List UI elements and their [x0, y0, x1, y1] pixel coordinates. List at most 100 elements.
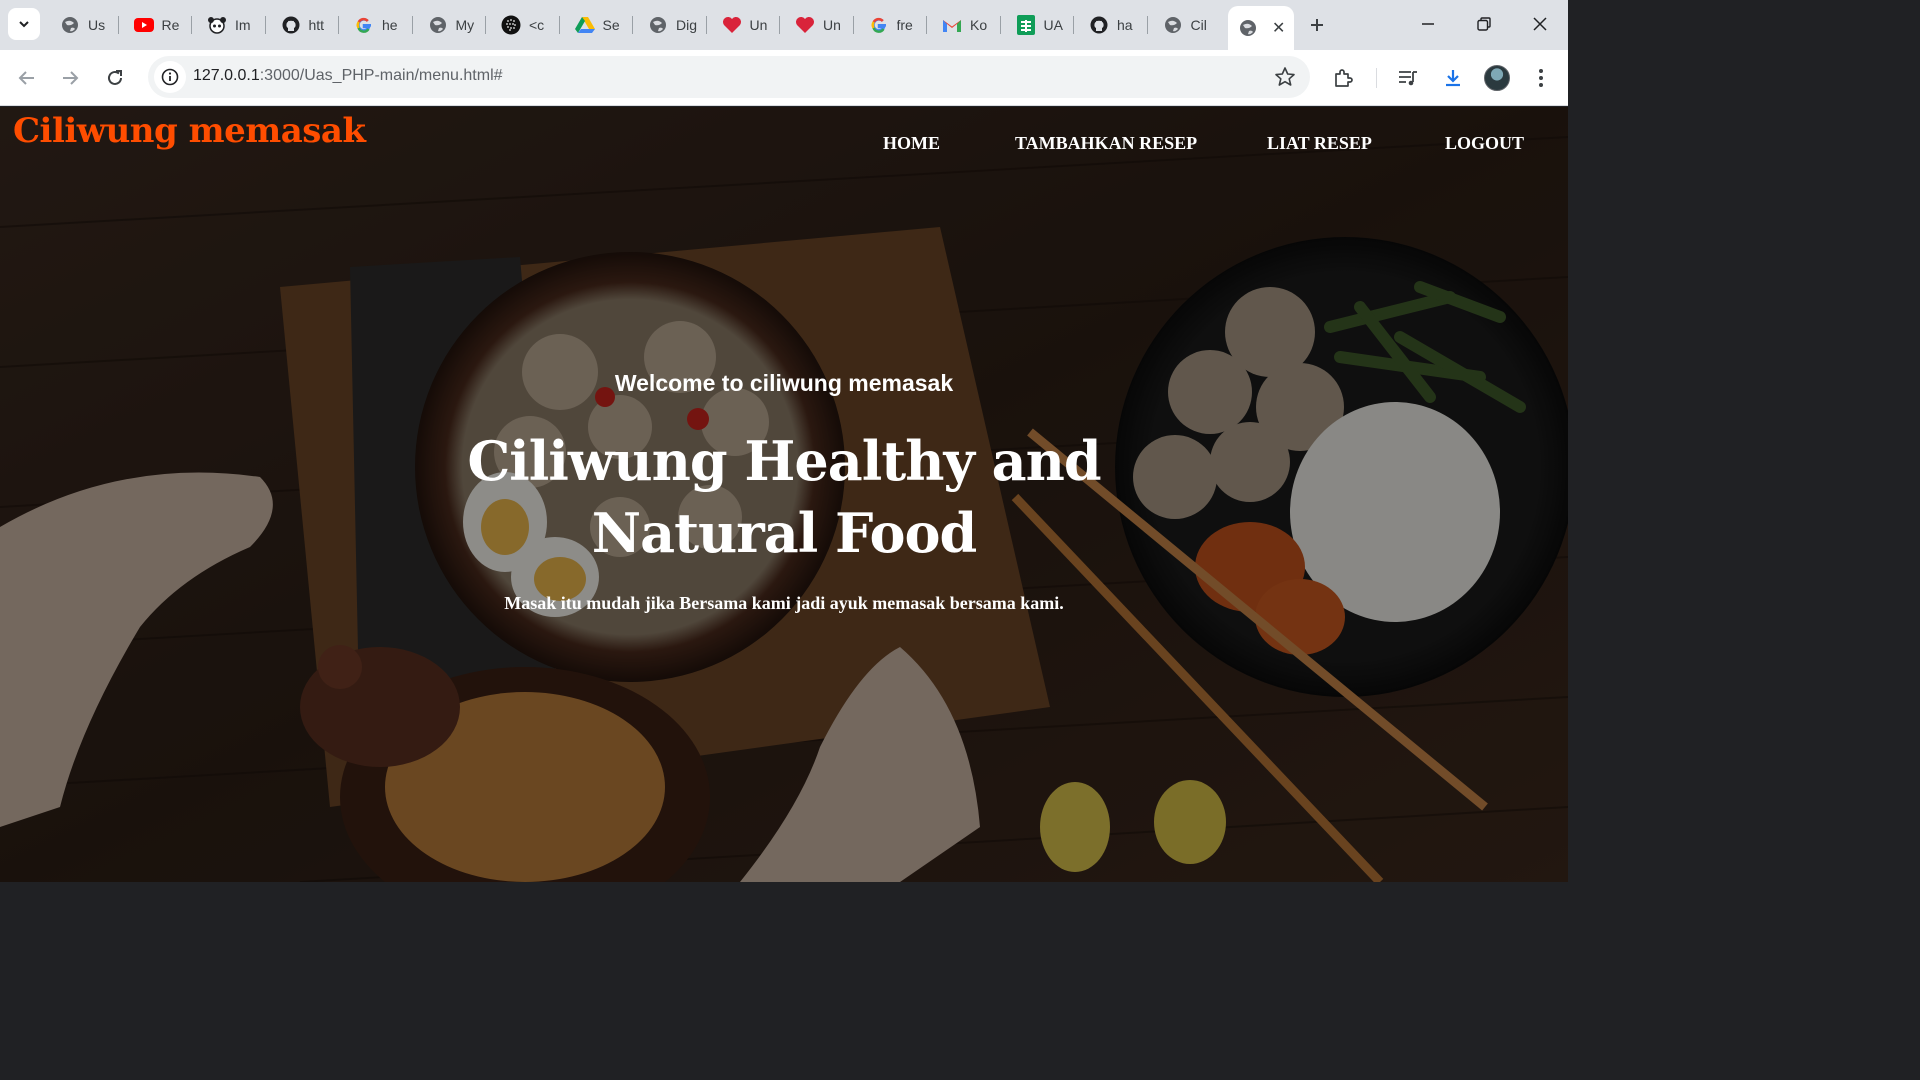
browser-tab[interactable]: Cil [1151, 8, 1221, 42]
tab-title: Dig [676, 17, 698, 33]
browser-tab[interactable]: Us [48, 8, 118, 42]
heart-icon [795, 15, 815, 35]
tab-title: My [455, 17, 475, 33]
browser-tab[interactable]: UA [1004, 8, 1074, 42]
tab-title: fre [896, 17, 913, 33]
close-window-button[interactable] [1512, 0, 1568, 48]
restore-button[interactable] [1456, 0, 1512, 48]
tab-title: Us [88, 17, 106, 33]
more-vert-icon [1539, 69, 1543, 87]
forward-button[interactable] [54, 62, 86, 94]
globe-icon [1163, 15, 1183, 35]
tab-title: UA [1043, 17, 1063, 33]
browser-menu-button[interactable] [1525, 62, 1557, 94]
browser-tab[interactable]: Re [122, 8, 192, 42]
globe-icon [428, 15, 448, 35]
bookmark-star-button[interactable] [1274, 66, 1296, 93]
browser-tab[interactable]: htt [269, 8, 339, 42]
extensions-button[interactable] [1327, 62, 1359, 94]
hero-kicker: Welcome to ciliwung memasak [614, 370, 954, 396]
media-control-button[interactable] [1392, 62, 1424, 94]
back-button[interactable] [11, 62, 43, 94]
tab-separator [411, 16, 413, 34]
queue-music-icon [1399, 71, 1417, 86]
download-icon [1446, 70, 1460, 87]
dots-icon [501, 15, 521, 35]
tab-search-button[interactable] [8, 8, 40, 40]
tab-separator [485, 16, 486, 34]
arrow-left-icon [18, 71, 34, 85]
heart-icon [722, 15, 742, 35]
address-bar[interactable]: 127.0.0.1:3000/Uas_PHP-main/menu.html# [148, 56, 1310, 98]
minimize-button[interactable] [1400, 0, 1456, 48]
tab-title: Ko [970, 17, 988, 33]
tab-title: Un [823, 17, 841, 33]
tab-title: Se [602, 17, 620, 33]
hero-title-line-2: Natural Food [591, 501, 977, 565]
globe-icon [1238, 18, 1258, 38]
tab-separator [117, 16, 119, 34]
reload-button[interactable] [99, 62, 131, 94]
browser-tab[interactable]: My [416, 8, 486, 42]
minimize-icon [1422, 23, 1434, 25]
browser-tab[interactable]: Im [195, 8, 265, 42]
downloads-button[interactable] [1437, 62, 1469, 94]
tab-separator [558, 16, 560, 34]
chevron-down-icon [19, 21, 29, 28]
tab-separator [1073, 16, 1074, 34]
puzzle-icon [1335, 69, 1353, 87]
arrow-right-icon [63, 71, 79, 85]
github-icon [1089, 15, 1109, 35]
active-tab[interactable]: ✕ [1228, 6, 1294, 50]
browser-tab[interactable]: Ko [930, 8, 1000, 42]
tab-title: Re [161, 17, 180, 33]
browser-tab[interactable]: Dig [636, 8, 706, 42]
close-tab-icon[interactable]: ✕ [1272, 18, 1285, 38]
globe-icon [60, 15, 80, 35]
url-path: :3000/Uas_PHP-main/menu.html# [259, 67, 503, 84]
close-icon [1533, 17, 1547, 31]
browser-tab[interactable]: ha [1077, 8, 1147, 42]
tab-title: Cil [1190, 17, 1207, 33]
nav-home[interactable]: HOME [883, 133, 940, 154]
browser-tab[interactable]: <c [489, 8, 559, 42]
youtube-icon [133, 15, 154, 35]
web-page: Ciliwung memasak HOME TAMBAHKAN RESEP LI… [0, 107, 1568, 882]
tab-title: ha [1117, 17, 1133, 33]
site-info-button[interactable] [154, 61, 186, 93]
nav-liat-resep[interactable]: LIAT RESEP [1267, 133, 1372, 154]
tab-separator [1146, 16, 1148, 34]
github-icon [281, 15, 301, 35]
google-icon [869, 15, 889, 35]
hero-title: Ciliwung Healthy and Natural Food [384, 425, 1184, 569]
sheets-icon [1016, 15, 1036, 35]
restore-icon [1477, 17, 1491, 31]
url-host: 127.0.0.1 [193, 67, 260, 84]
avatar [1484, 65, 1510, 91]
new-tab-button[interactable] [1302, 10, 1332, 40]
plus-icon [1311, 19, 1323, 31]
star-icon [1275, 67, 1295, 86]
site-logo[interactable]: Ciliwung memasak [13, 111, 366, 151]
browser-tab[interactable]: he [342, 8, 412, 42]
nav-tambahkan-resep[interactable]: TAMBAHKAN RESEP [1015, 133, 1197, 154]
google-icon [354, 15, 374, 35]
profile-button[interactable] [1481, 62, 1513, 94]
gmail-icon [942, 15, 962, 35]
hero-subtitle: Masak itu mudah jika Bersama kami jadi a… [504, 593, 1064, 613]
panda-icon [207, 15, 227, 35]
url-text[interactable]: 127.0.0.1:3000/Uas_PHP-main/menu.html# [193, 67, 503, 85]
browser-tab[interactable]: Un [710, 8, 780, 42]
tab-separator [632, 16, 633, 34]
tab-separator [191, 16, 192, 34]
browser-tab[interactable]: fre [857, 8, 927, 42]
browser-tab[interactable]: Un [783, 8, 853, 42]
tab-separator [926, 16, 927, 34]
tab-separator [779, 16, 780, 34]
nav-logout[interactable]: LOGOUT [1445, 133, 1524, 154]
tab-separator [705, 16, 707, 34]
tab-separator [264, 16, 266, 34]
tab-separator [338, 16, 339, 34]
browser-tab[interactable]: Se [563, 8, 633, 42]
reload-icon [108, 70, 122, 85]
